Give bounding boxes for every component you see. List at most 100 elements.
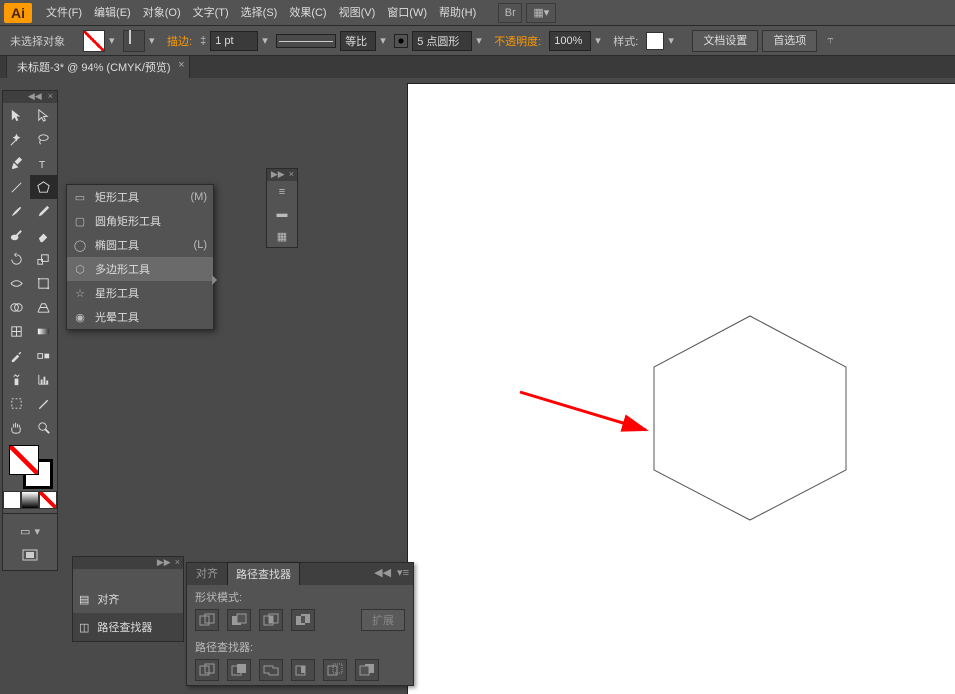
fill-dropdown-icon[interactable]: ▾ bbox=[109, 34, 119, 47]
pen-tool[interactable] bbox=[3, 151, 30, 175]
close-tab-icon[interactable]: × bbox=[178, 59, 184, 71]
zoom-tool[interactable] bbox=[30, 415, 57, 439]
opacity-dropdown-icon[interactable]: ▾ bbox=[595, 34, 605, 47]
expand-button[interactable]: 扩展 bbox=[361, 609, 405, 631]
menu-help[interactable]: 帮助(H) bbox=[433, 0, 482, 26]
color-mode[interactable] bbox=[3, 491, 21, 509]
gradient-mode[interactable] bbox=[21, 491, 39, 509]
lasso-tool[interactable] bbox=[30, 127, 57, 151]
stroke-panel-icon[interactable]: ≡ bbox=[267, 181, 297, 203]
screen-mode-normal[interactable]: ▭ bbox=[20, 525, 30, 538]
paintbrush-tool[interactable] bbox=[3, 199, 30, 223]
arrange-docs-icon[interactable]: ▦▾ bbox=[526, 3, 556, 23]
close-icon[interactable]: × bbox=[175, 557, 180, 569]
opacity-label[interactable]: 不透明度: bbox=[490, 33, 545, 49]
type-tool[interactable]: T bbox=[30, 151, 57, 175]
gradient-tool[interactable] bbox=[30, 319, 57, 343]
document-setup-button[interactable]: 文档设置 bbox=[692, 30, 758, 52]
menu-select[interactable]: 选择(S) bbox=[235, 0, 284, 26]
gradient-panel-icon[interactable]: ▬ bbox=[267, 203, 297, 225]
fill-color[interactable] bbox=[9, 445, 39, 475]
outline-button[interactable] bbox=[323, 659, 347, 681]
menu-object[interactable]: 对象(O) bbox=[137, 0, 187, 26]
rounded-rectangle-tool-item[interactable]: ▢ 圆角矩形工具 bbox=[67, 209, 213, 233]
exclude-button[interactable] bbox=[291, 609, 315, 631]
stroke-dropdown-icon[interactable]: ▾ bbox=[149, 34, 159, 47]
menu-window[interactable]: 窗口(W) bbox=[381, 0, 433, 26]
crop-button[interactable] bbox=[291, 659, 315, 681]
eraser-tool[interactable] bbox=[30, 223, 57, 247]
close-icon[interactable]: × bbox=[289, 169, 294, 181]
profile-input[interactable] bbox=[340, 31, 376, 51]
preferences-button[interactable]: 首选项 bbox=[762, 30, 817, 52]
menu-edit[interactable]: 编辑(E) bbox=[88, 0, 137, 26]
bridge-icon[interactable]: Br bbox=[498, 3, 522, 23]
close-icon[interactable]: × bbox=[48, 91, 53, 103]
graph-tool[interactable] bbox=[30, 367, 57, 391]
style-swatch[interactable] bbox=[646, 32, 664, 50]
align-panel-button[interactable]: ▤ 对齐 bbox=[73, 585, 183, 613]
tack-icon[interactable]: ⥾ bbox=[821, 34, 839, 47]
fill-swatch[interactable] bbox=[83, 30, 105, 52]
profile-dropdown-icon[interactable]: ▾ bbox=[380, 34, 390, 47]
scale-tool[interactable] bbox=[30, 247, 57, 271]
none-mode[interactable] bbox=[39, 491, 57, 509]
shape-builder-tool[interactable] bbox=[3, 295, 30, 319]
mesh-tool[interactable] bbox=[3, 319, 30, 343]
polygon-tool-item[interactable]: ⬡ 多边形工具 bbox=[67, 257, 213, 281]
stroke-swatch[interactable] bbox=[123, 30, 145, 52]
rectangle-tool-item[interactable]: ▭ 矩形工具 (M) bbox=[67, 185, 213, 209]
direct-selection-tool[interactable] bbox=[30, 103, 57, 127]
ellipse-tool-item[interactable]: ◯ 椭圆工具 (L) bbox=[67, 233, 213, 257]
minus-front-button[interactable] bbox=[227, 609, 251, 631]
menu-type[interactable]: 文字(T) bbox=[187, 0, 235, 26]
magic-wand-tool[interactable] bbox=[3, 127, 30, 151]
blob-brush-tool[interactable] bbox=[3, 223, 30, 247]
fill-stroke-control[interactable] bbox=[3, 439, 57, 491]
transparency-panel-icon[interactable]: ▦ bbox=[267, 225, 297, 247]
menu-file[interactable]: 文件(F) bbox=[40, 0, 88, 26]
panel-menu-icon[interactable]: ▾≡ bbox=[397, 566, 409, 579]
intersect-button[interactable] bbox=[259, 609, 283, 631]
brush-dropdown-icon[interactable]: ▾ bbox=[476, 34, 486, 47]
flare-tool-item[interactable]: ◉ 光晕工具 bbox=[67, 305, 213, 329]
width-tool[interactable] bbox=[3, 271, 30, 295]
slice-tool[interactable] bbox=[30, 391, 57, 415]
artboard-tool[interactable] bbox=[3, 391, 30, 415]
symbol-sprayer-tool[interactable] bbox=[3, 367, 30, 391]
stroke-label[interactable]: 描边: bbox=[163, 33, 196, 49]
toolbox-header[interactable]: ◀◀ × bbox=[3, 91, 57, 103]
stroke-weight-input[interactable] bbox=[210, 31, 258, 51]
menu-view[interactable]: 视图(V) bbox=[333, 0, 382, 26]
rotate-tool[interactable] bbox=[3, 247, 30, 271]
flyout-tearoff-icon[interactable] bbox=[212, 275, 217, 285]
collapse-icon[interactable]: ◀◀ bbox=[28, 91, 42, 103]
line-tool[interactable] bbox=[3, 175, 30, 199]
change-screen-mode[interactable] bbox=[22, 549, 38, 566]
expand-icon[interactable]: ▶▶ bbox=[157, 557, 171, 569]
screen-mode-dropdown-icon[interactable]: ▾ bbox=[34, 525, 40, 538]
opacity-input[interactable] bbox=[549, 31, 591, 51]
panel-dock-header[interactable]: ▶▶ × bbox=[73, 557, 183, 569]
merge-button[interactable] bbox=[259, 659, 283, 681]
star-tool-item[interactable]: ☆ 星形工具 bbox=[67, 281, 213, 305]
panel-header[interactable]: ▶▶ × bbox=[267, 169, 297, 181]
pencil-tool[interactable] bbox=[30, 199, 57, 223]
perspective-tool[interactable] bbox=[30, 295, 57, 319]
eyedropper-tool[interactable] bbox=[3, 343, 30, 367]
hexagon-shape[interactable] bbox=[650, 312, 850, 522]
pathfinder-panel-button[interactable]: ◫ 路径查找器 bbox=[73, 613, 183, 641]
brush-input[interactable] bbox=[412, 31, 472, 51]
selection-tool[interactable] bbox=[3, 103, 30, 127]
free-transform-tool[interactable] bbox=[30, 271, 57, 295]
minus-back-button[interactable] bbox=[355, 659, 379, 681]
hand-tool[interactable] bbox=[3, 415, 30, 439]
style-dropdown-icon[interactable]: ▾ bbox=[668, 34, 678, 47]
trim-button[interactable] bbox=[227, 659, 251, 681]
collapse-icon[interactable]: ◀◀ bbox=[374, 566, 391, 579]
document-tab[interactable]: 未标题-3* @ 94% (CMYK/预览) × bbox=[6, 55, 190, 78]
blend-tool[interactable] bbox=[30, 343, 57, 367]
unite-button[interactable] bbox=[195, 609, 219, 631]
expand-icon[interactable]: ▶▶ bbox=[271, 169, 285, 181]
divide-button[interactable] bbox=[195, 659, 219, 681]
